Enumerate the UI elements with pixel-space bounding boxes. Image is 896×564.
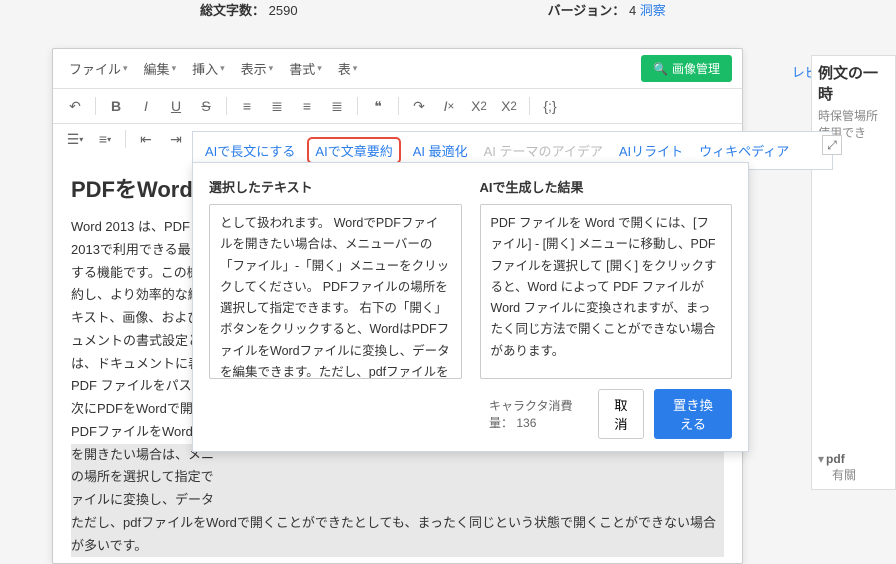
indent-icon[interactable]: ⇥ bbox=[162, 126, 190, 152]
italic-icon[interactable]: I bbox=[132, 93, 160, 119]
ai-tab-theme[interactable]: AI テーマのアイデア bbox=[480, 138, 607, 163]
subscript-icon[interactable]: X2 bbox=[465, 93, 493, 119]
undo-icon[interactable]: ↶ bbox=[61, 93, 89, 119]
sidebar-title: 例文の一時 bbox=[818, 62, 889, 104]
strike-icon[interactable]: S bbox=[192, 93, 220, 119]
replace-button[interactable]: 置き換える bbox=[654, 389, 732, 439]
align-justify-icon[interactable]: ≣ bbox=[323, 93, 351, 119]
ai-result-box[interactable]: PDF ファイルを Word で開くには、[ファイル] - [開く] メニューに… bbox=[480, 204, 733, 379]
clear-format-icon[interactable]: I× bbox=[435, 93, 463, 119]
redo2-icon[interactable]: ↷ bbox=[405, 93, 433, 119]
menu-edit[interactable]: 編集▾ bbox=[138, 56, 183, 81]
list-ol-icon[interactable]: ≡▾ bbox=[91, 126, 119, 152]
ai-tab-summary[interactable]: AIで文章要約 bbox=[307, 137, 400, 164]
menu-file[interactable]: ファイル▾ bbox=[63, 56, 134, 81]
quote-icon[interactable]: ❝ bbox=[364, 93, 392, 119]
align-right-icon[interactable]: ≡ bbox=[293, 93, 321, 119]
ai-tab-wiki[interactable]: ウィキペディア bbox=[695, 138, 793, 163]
outdent-icon[interactable]: ⇤ bbox=[132, 126, 160, 152]
image-manage-button[interactable]: 🔍画像管理 bbox=[641, 55, 732, 82]
menu-view[interactable]: 表示▾ bbox=[235, 56, 280, 81]
align-left-icon[interactable]: ≡ bbox=[233, 93, 261, 119]
bold-icon[interactable]: B bbox=[102, 93, 130, 119]
ai-tab-rewrite[interactable]: AIリライト bbox=[615, 138, 687, 163]
search-icon: 🔍 bbox=[653, 62, 668, 76]
insight-link[interactable]: 洞察 bbox=[640, 3, 666, 18]
menu-format[interactable]: 書式▾ bbox=[283, 56, 328, 81]
sidebar-panel: 例文の一時 時保管場所 使用でき ▾pdf有關 bbox=[811, 55, 896, 490]
selected-text-label: 選択したテキスト bbox=[209, 177, 462, 196]
superscript-icon[interactable]: X2 bbox=[495, 93, 523, 119]
code-icon[interactable]: {;} bbox=[536, 93, 564, 119]
chevron-down-icon: ▾ bbox=[818, 452, 824, 466]
menu-insert[interactable]: 挿入▾ bbox=[186, 56, 231, 81]
ai-summary-panel: 選択したテキスト として扱われます。 WordでPDFファイルを開きたい場合は、… bbox=[192, 162, 749, 452]
editor-menubar: ファイル▾ 編集▾ 挿入▾ 表示▾ 書式▾ 表▾ 🔍画像管理 bbox=[53, 49, 742, 89]
char-usage: キャラクタ消費量： 136 bbox=[489, 397, 588, 431]
align-center-icon[interactable]: ≣ bbox=[263, 93, 291, 119]
expand-icon[interactable]: ⤢ bbox=[822, 135, 842, 155]
editor-toolbar: ↶ B I U S ≡ ≣ ≡ ≣ ❝ ↷ I× X2 X2 {;} bbox=[53, 89, 742, 124]
ai-tab-optimize[interactable]: AI 最適化 bbox=[409, 138, 472, 163]
menu-table[interactable]: 表▾ bbox=[332, 56, 364, 81]
sidebar-pdf-item[interactable]: ▾pdf有關 bbox=[818, 452, 889, 483]
selected-text-box[interactable]: として扱われます。 WordでPDFファイルを開きたい場合は、メニューバーの「フ… bbox=[209, 204, 462, 379]
list-ul-icon[interactable]: ☰▾ bbox=[61, 126, 89, 152]
cancel-button[interactable]: 取消 bbox=[598, 389, 644, 439]
page-header: 総文字数： 2590 バージョン： 4 洞察 bbox=[0, 0, 896, 30]
ai-result-label: AIで生成した結果 bbox=[480, 177, 733, 196]
underline-icon[interactable]: U bbox=[162, 93, 190, 119]
ai-tab-long[interactable]: AIで長文にする bbox=[201, 138, 299, 163]
